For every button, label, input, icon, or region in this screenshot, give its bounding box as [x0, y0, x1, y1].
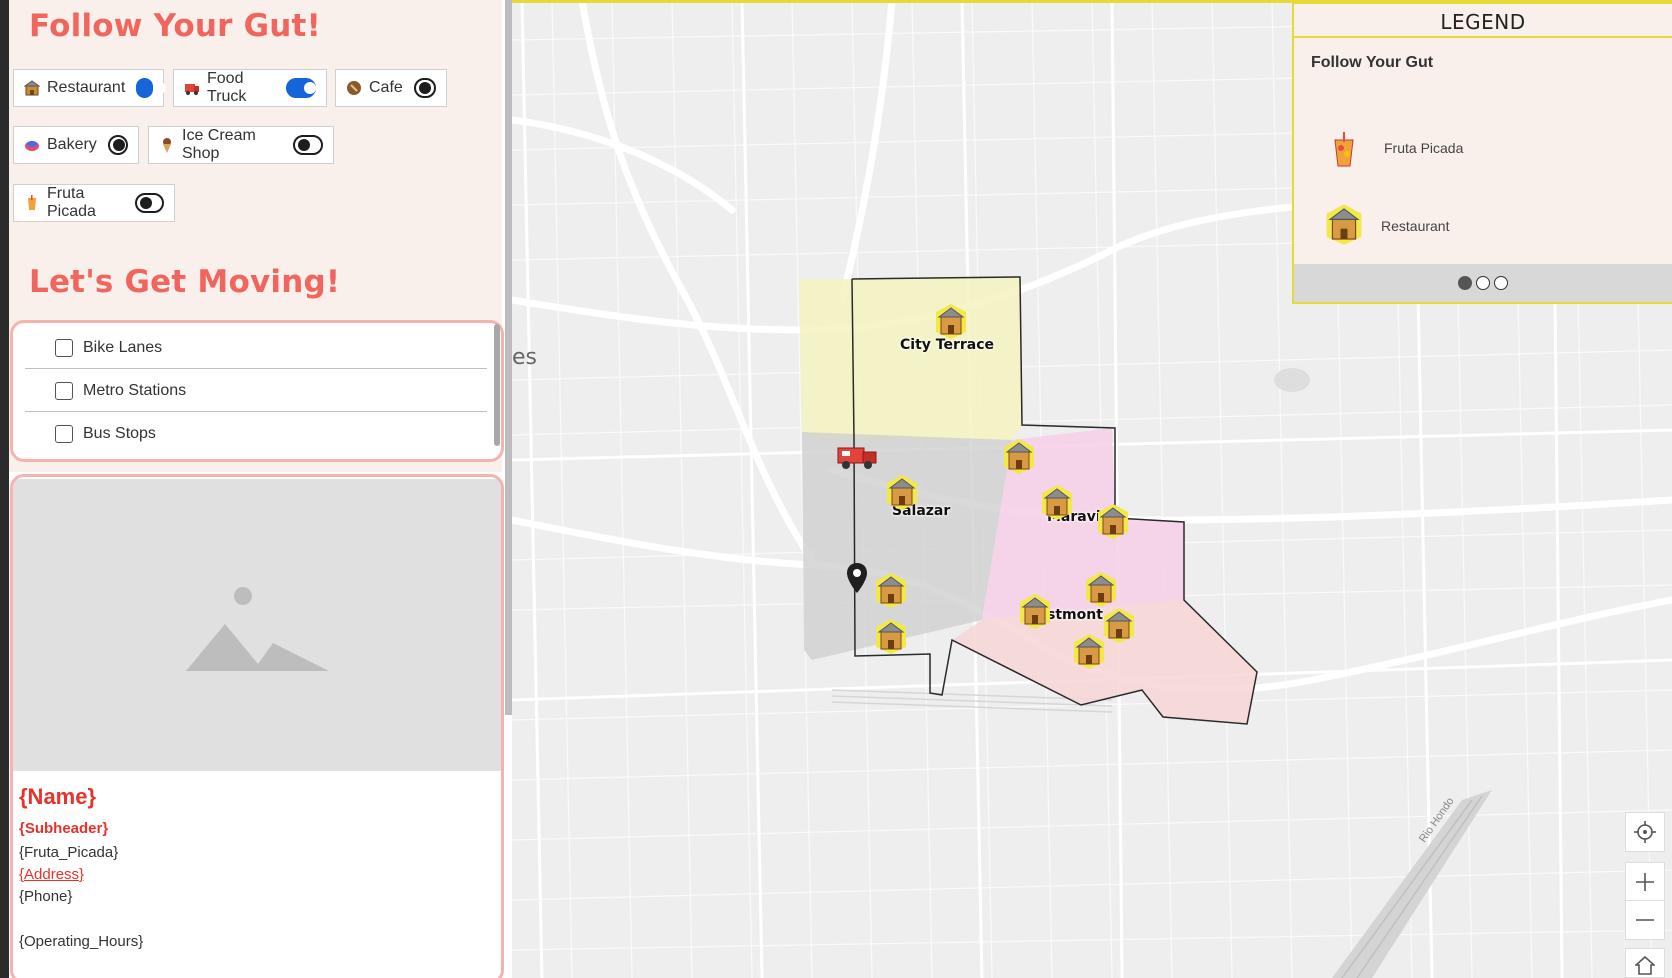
restaurant-marker[interactable]: [1096, 502, 1130, 540]
panel-scrollbar[interactable]: [505, 0, 512, 715]
legend-layer-title: Follow Your Gut: [1311, 54, 1434, 71]
cafe-icon: [346, 80, 362, 96]
bike-lanes-checkbox[interactable]: [55, 338, 73, 357]
card-phone: {Phone}: [19, 888, 73, 905]
locate-button[interactable]: [1625, 812, 1665, 852]
legend-page-3[interactable]: [1494, 276, 1508, 290]
bike-lanes-label: Bike Lanes: [83, 338, 163, 356]
card-address-link[interactable]: {Address}: [19, 866, 84, 883]
restaurant-marker[interactable]: [1102, 606, 1136, 644]
filter-food-truck[interactable]: Food Truck: [173, 69, 327, 107]
follow-your-gut-section: Follow Your Gut! Restaurant Food Truck C…: [9, 0, 502, 270]
filter-ice-cream-shop-label: Ice Cream Shop: [182, 127, 256, 162]
card-name: {Name}: [19, 784, 97, 809]
left-panel: Follow Your Gut! Restaurant Food Truck C…: [0, 0, 512, 978]
bus-stops-checkbox[interactable]: [55, 425, 73, 443]
legend-panel: LEGEND Follow Your Gut Fruta Picada Rest…: [1292, 2, 1672, 304]
legend-page-2[interactable]: [1476, 276, 1490, 290]
restaurant-marker[interactable]: [1002, 437, 1036, 475]
fruta-picada-icon: [1332, 132, 1356, 173]
filter-restaurant[interactable]: Restaurant: [13, 69, 167, 107]
locate-icon: [1634, 821, 1656, 843]
restaurant-icon: [23, 80, 41, 96]
legend-header: LEGEND: [1294, 4, 1672, 38]
zoom-out-button[interactable]: [1625, 900, 1665, 940]
filter-cafe-label: Cafe: [369, 79, 403, 96]
city-label-partial: es: [512, 345, 537, 370]
metro-stations-checkbox[interactable]: [55, 381, 73, 400]
restaurant-marker[interactable]: [1018, 592, 1052, 630]
filter-fruta-picada[interactable]: Fruta Picada: [13, 184, 175, 222]
restaurant-marker[interactable]: [934, 302, 968, 340]
card-subheader: {Subheader}: [19, 820, 109, 837]
transit-layer-list: Bike Lanes Metro Stations Bus Stops: [10, 320, 504, 462]
restaurant-marker[interactable]: [1040, 483, 1074, 521]
metro-stations-label: Metro Stations: [83, 381, 187, 399]
food-truck-toggle[interactable]: [286, 78, 317, 98]
restaurant-marker[interactable]: [1072, 632, 1106, 670]
cafe-toggle[interactable]: [413, 78, 436, 98]
image-placeholder: [13, 479, 501, 771]
filter-food-truck-label: Food Truck: [207, 70, 247, 105]
image-placeholder-icon: [186, 587, 329, 671]
bus-stops-label: Bus Stops: [83, 425, 156, 442]
home-icon: [1635, 955, 1655, 975]
food-truck-marker[interactable]: [834, 440, 880, 472]
bakery-toggle[interactable]: [107, 135, 128, 155]
legend-fruta-picada-label: Fruta Picada: [1384, 140, 1464, 156]
fruta-picada-toggle[interactable]: [134, 193, 164, 213]
layer-row-bus-stops[interactable]: Bus Stops: [25, 413, 487, 455]
food-truck-icon: [837, 447, 877, 469]
filter-bakery-label: Bakery: [47, 136, 97, 153]
restaurant-toggle[interactable]: [136, 78, 167, 98]
legend-restaurant-label: Restaurant: [1381, 218, 1450, 234]
legend-pagination: [1294, 264, 1672, 302]
fruta-picada-icon: [24, 195, 40, 211]
filter-cafe[interactable]: Cafe: [335, 69, 447, 107]
filter-restaurant-label: Restaurant: [47, 79, 126, 96]
left-edge-strip: [0, 0, 9, 978]
zoom-in-button[interactable]: [1625, 862, 1665, 902]
restaurant-marker[interactable]: [874, 617, 908, 655]
card-fruta-picada: {Fruta_Picada}: [19, 844, 119, 861]
legend-page-1[interactable]: [1458, 276, 1472, 290]
home-button[interactable]: [1625, 948, 1665, 978]
filter-ice-cream-shop[interactable]: Ice Cream Shop: [148, 126, 334, 164]
plus-icon: [1636, 873, 1654, 891]
lets-get-moving-title: Let's Get Moving!: [29, 264, 341, 300]
filter-bakery[interactable]: Bakery: [13, 126, 139, 164]
layer-row-metro-stations[interactable]: Metro Stations: [25, 370, 487, 412]
minus-icon: [1636, 919, 1654, 921]
restaurant-marker[interactable]: [874, 571, 908, 609]
follow-your-gut-title: Follow Your Gut!: [29, 8, 321, 44]
location-pin-icon[interactable]: [846, 562, 868, 594]
restaurant-marker[interactable]: [885, 473, 919, 511]
layer-row-bike-lanes[interactable]: Bike Lanes: [25, 327, 487, 369]
food-truck-icon: [184, 80, 200, 96]
card-operating-hours: {Operating_Hours}: [19, 933, 144, 950]
restaurant-marker[interactable]: [1084, 570, 1118, 608]
restaurant-icon: [1324, 202, 1364, 251]
feature-info-card: {Name} {Subheader} {Fruta_Picada} {Addre…: [10, 474, 504, 978]
bakery-icon: [24, 137, 40, 153]
layer-list-scrollbar[interactable]: [494, 324, 500, 446]
ice-cream-shop-toggle[interactable]: [293, 135, 323, 155]
filter-fruta-picada-label: Fruta Picada: [47, 185, 96, 220]
ice-cream-icon: [159, 137, 175, 153]
